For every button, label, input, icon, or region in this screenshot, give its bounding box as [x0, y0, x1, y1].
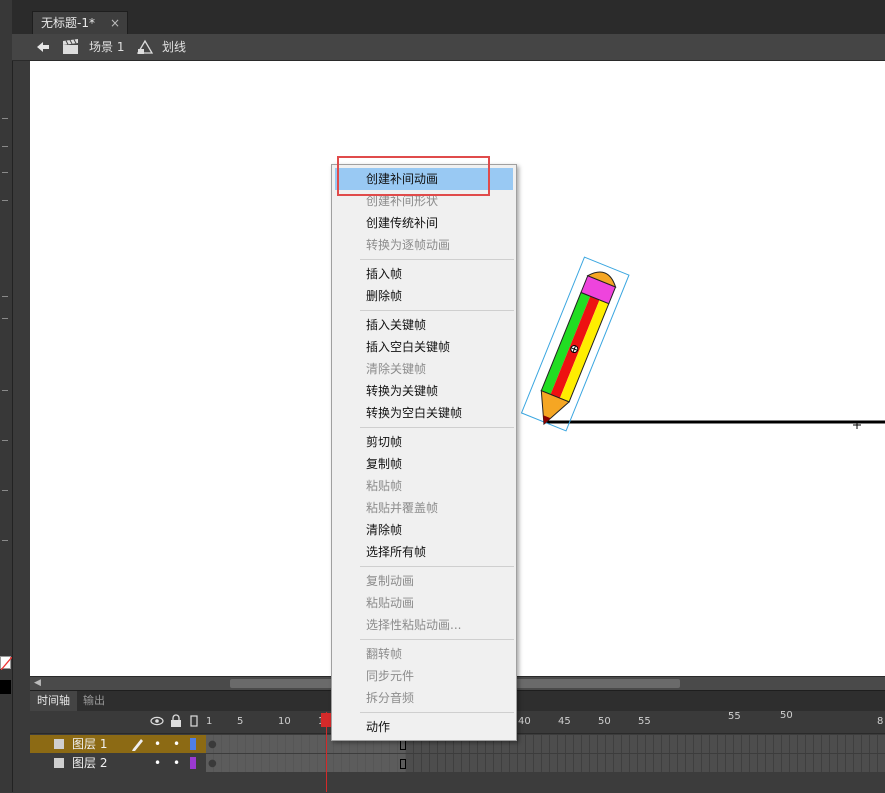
menu-separator [360, 566, 514, 567]
menu-separator [360, 639, 514, 640]
visibility-dot[interactable]: • [154, 754, 161, 772]
tool-marker[interactable] [2, 146, 8, 147]
menu-item[interactable]: 复制帧 [335, 453, 513, 475]
scroll-left-icon[interactable]: ◀ [34, 677, 41, 690]
menu-separator [360, 712, 514, 713]
clapperboard-icon [62, 34, 80, 60]
menu-item[interactable]: 插入关键帧 [335, 314, 513, 336]
menu-separator [360, 310, 514, 311]
fill-color-swatch[interactable] [0, 656, 12, 670]
end-frame-marker [400, 740, 406, 750]
tool-marker[interactable] [2, 318, 8, 319]
tool-marker[interactable] [2, 440, 8, 441]
menu-item[interactable]: 动作 [335, 716, 513, 738]
tool-marker[interactable] [2, 296, 8, 297]
ruler-number: 45 [558, 716, 571, 727]
layer-row-2[interactable]: 图层 2 • • ● [30, 754, 885, 772]
tool-marker[interactable] [2, 540, 8, 541]
layer-name-1[interactable]: 图层 1 • • [30, 735, 206, 753]
visibility-dot[interactable]: • [154, 735, 161, 753]
ruler-number: 8 [877, 716, 884, 727]
menu-item: 复制动画 [366, 574, 415, 588]
ruler-number: 40 [518, 716, 531, 727]
pencil-icon [520, 256, 630, 432]
close-icon[interactable]: × [110, 12, 120, 34]
lock-dot[interactable]: • [173, 735, 180, 753]
menu-item: 翻转帧 [366, 647, 403, 661]
ruler-number: 50 [780, 710, 793, 721]
ruler-number: 50 [598, 716, 611, 727]
tool-marker[interactable] [2, 490, 8, 491]
frame-track-2[interactable]: ● [206, 754, 885, 772]
tab-timeline[interactable]: 时间轴 [30, 691, 77, 711]
layer-label: 图层 2 [72, 756, 108, 770]
ruler-number: 5 [237, 716, 244, 727]
ruler-number: 55 [728, 711, 741, 722]
ruler-number: 1 [206, 716, 213, 727]
menu-item[interactable]: 转换为关键帧 [335, 380, 513, 402]
menu-item[interactable]: 转换为空白关键帧 [335, 402, 513, 424]
menu-item: 同步元件 [366, 669, 415, 683]
menu-item: 粘贴帧 [366, 479, 403, 493]
tool-marker[interactable] [2, 118, 8, 119]
context-menu: 创建补间动画 创建补间形状 创建传统补间 转换为逐帧动画 插入帧 删除帧 插入关键帧 插入空白… [331, 164, 517, 741]
menu-item: 粘贴动画 [366, 596, 415, 610]
menu-item: 转换为逐帧动画 [366, 238, 451, 252]
menu-item[interactable]: 清除帧 [335, 519, 513, 541]
menu-item: 清除关键帧 [366, 362, 427, 376]
outline-icon[interactable] [190, 715, 198, 730]
menu-item: 选择性粘贴动画... [366, 618, 462, 632]
layer-name-2[interactable]: 图层 2 • • [30, 754, 206, 772]
document-tab-title: 无标题-1* [41, 16, 95, 30]
frame-span[interactable] [206, 754, 406, 772]
layer-icon [54, 739, 64, 749]
ruler-number: 55 [638, 716, 651, 727]
layer-color-swatch[interactable] [190, 757, 196, 769]
back-arrow-icon[interactable] [36, 34, 50, 60]
menu-item[interactable]: 插入帧 [335, 263, 513, 285]
eye-icon[interactable] [150, 714, 164, 731]
menu-item[interactable]: 插入空白关键帧 [335, 336, 513, 358]
menu-separator [360, 259, 514, 260]
menu-item[interactable]: 删除帧 [335, 285, 513, 307]
scene-label[interactable]: 场景 1 [89, 34, 124, 60]
layer-label: 图层 1 [72, 737, 108, 751]
layer-icon [54, 758, 64, 768]
stroke-color-swatch[interactable] [0, 680, 11, 694]
tools-panel [0, 0, 13, 792]
menu-item: 拆分音频 [366, 691, 415, 705]
menu-separator [360, 427, 514, 428]
document-tab[interactable]: 无标题-1* × [32, 11, 128, 34]
symbol-label[interactable]: 划线 [162, 34, 186, 60]
end-frame-marker [400, 759, 406, 769]
tab-output[interactable]: 输出 [76, 691, 112, 711]
annotation-highlight [337, 156, 490, 196]
lock-icon[interactable] [170, 714, 182, 731]
tool-marker[interactable] [2, 390, 8, 391]
symbol-icon [136, 34, 154, 60]
menu-item[interactable]: 创建传统补间 [335, 212, 513, 234]
edit-bar: 场景 1 划线 [12, 34, 885, 61]
lock-dot[interactable]: • [173, 754, 180, 772]
ruler-number: 10 [278, 716, 291, 727]
layer-color-swatch[interactable] [190, 738, 196, 750]
tool-marker[interactable] [2, 200, 8, 201]
tool-marker[interactable] [2, 172, 8, 173]
menu-item[interactable]: 剪切帧 [335, 431, 513, 453]
document-tab-bar: 无标题-1* × [12, 0, 885, 35]
frame-track-1[interactable]: ● [206, 735, 885, 753]
menu-item: 粘贴并覆盖帧 [366, 501, 439, 515]
menu-item[interactable]: 选择所有帧 [335, 541, 513, 563]
